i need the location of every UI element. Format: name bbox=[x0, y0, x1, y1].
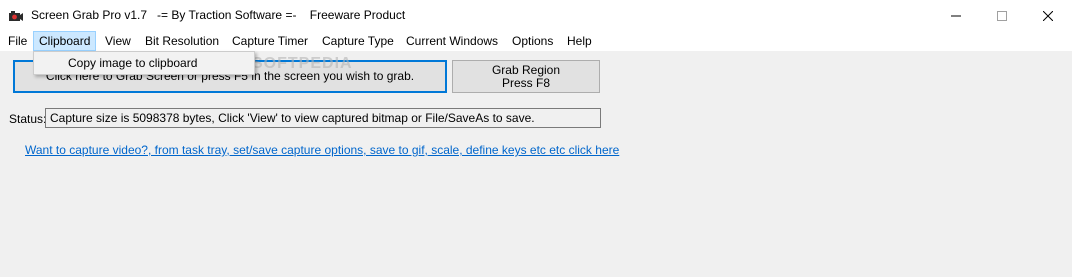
menu-help[interactable]: Help bbox=[562, 31, 597, 51]
minimize-button[interactable] bbox=[933, 0, 979, 31]
title-bar[interactable]: Screen Grab Pro v1.7 -= By Traction Soft… bbox=[0, 0, 1072, 31]
camera-icon bbox=[8, 8, 24, 24]
menu-capture-type[interactable]: Capture Type bbox=[317, 31, 399, 51]
main-panel: Click here to Grab Screen or press F5 in… bbox=[0, 51, 1072, 277]
menu-bar: File Clipboard View Bit Resolution Captu… bbox=[0, 31, 1072, 51]
softpedia-watermark: SOFTPEDIA bbox=[252, 55, 353, 72]
clipboard-dropdown-menu: Copy image to clipboard bbox=[33, 51, 255, 75]
capture-video-link[interactable]: Want to capture video?, from task tray, … bbox=[25, 143, 619, 157]
status-field: Capture size is 5098378 bytes, Click 'Vi… bbox=[45, 108, 601, 128]
close-icon bbox=[1043, 10, 1053, 21]
maximize-button[interactable] bbox=[979, 0, 1025, 31]
app-window: Screen Grab Pro v1.7 -= By Traction Soft… bbox=[0, 0, 1072, 277]
menu-bit-resolution[interactable]: Bit Resolution bbox=[140, 31, 224, 51]
menu-capture-timer[interactable]: Capture Timer bbox=[227, 31, 313, 51]
grab-region-button[interactable]: Grab Region Press F8 bbox=[452, 60, 600, 93]
menu-options[interactable]: Options bbox=[507, 31, 558, 51]
maximize-icon bbox=[997, 10, 1007, 21]
menu-view[interactable]: View bbox=[100, 31, 136, 51]
menu-clipboard[interactable]: Clipboard bbox=[33, 31, 97, 51]
grab-region-label: Grab Region bbox=[491, 62, 561, 77]
status-text: Capture size is 5098378 bytes, Click 'Vi… bbox=[50, 111, 535, 125]
grab-region-shortcut: Press F8 bbox=[501, 75, 550, 90]
close-button[interactable] bbox=[1025, 0, 1071, 31]
menu-current-windows[interactable]: Current Windows bbox=[401, 31, 503, 51]
status-label: Status: bbox=[9, 112, 47, 126]
window-title: Screen Grab Pro v1.7 -= By Traction Soft… bbox=[31, 8, 406, 22]
minimize-icon bbox=[951, 15, 961, 16]
copy-image-to-clipboard-item[interactable]: Copy image to clipboard bbox=[68, 56, 197, 70]
menu-file[interactable]: File bbox=[3, 31, 32, 51]
